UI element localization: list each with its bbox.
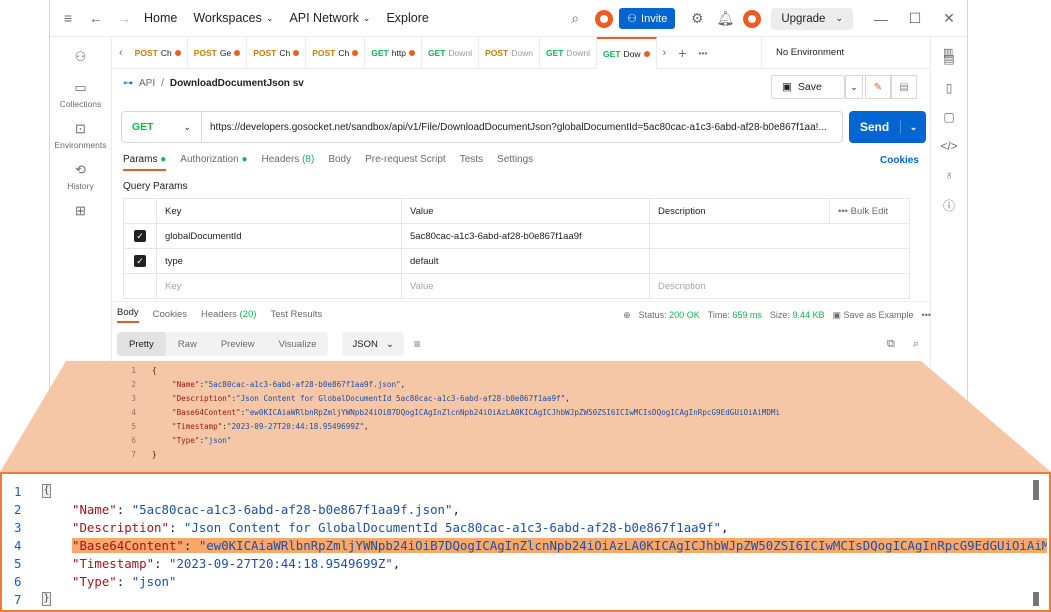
line-number: 6 [14, 573, 22, 589]
code-value: "Json Content for GlobalDocumentId 5ac80… [183, 519, 722, 535]
code-line: 7} [2, 590, 1049, 608]
code-comma: , [565, 393, 570, 403]
code-colon: : [116, 573, 132, 589]
code-value: "5ac80cac-a1c3-6abd-af28-b0e867f1aa9f.js… [204, 379, 401, 389]
code-value: "ew0KICAiaWRlbnRpZmljYWNpb24iOiB7DQogICA… [245, 407, 781, 417]
code-value: "json" [204, 435, 232, 445]
code-line: 2 "Name": "5ac80cac-a1c3-6abd-af28-b0e867… [66, 377, 921, 391]
code-line: 4 "Base64Content": "ew0KICAiaWRlbnRpZmljY… [66, 405, 914, 419]
line-number: 5 [131, 421, 136, 431]
line-number: 1 [14, 483, 22, 499]
code-colon: : [183, 537, 199, 553]
code-key: "Base64Content" [172, 407, 241, 417]
code-brace: } [152, 449, 157, 459]
code-key: "Type" [172, 435, 200, 445]
code-line: 5 "Timestamp": "2023-09-27T20:44:18.95496… [66, 419, 921, 433]
line-number: 5 [14, 555, 22, 571]
line-number: 1 [131, 365, 136, 375]
code-line: 3 "Description": "Json Content for Global… [2, 518, 1049, 536]
code-key: "Timestamp" [72, 555, 155, 571]
code-key: "Type" [72, 573, 117, 589]
code-line: 6 "Type": "json" [2, 572, 1049, 590]
code-key: "Description" [72, 519, 169, 535]
code-colon: : [168, 519, 184, 535]
code-line: 2 "Name": "5ac80cac-a1c3-6abd-af28-b0e867… [2, 500, 1049, 518]
zoomed-code-view: 1{ 2 "Name": "5ac80cac-a1c3-6abd-af28-b0e… [0, 472, 1051, 612]
code-line-highlighted: 4 "Base64Content": "ew0KICAiaWRlbnRpZmljY… [2, 536, 1049, 554]
code-comma: , [392, 555, 401, 571]
code-key: "Name" [172, 379, 200, 389]
fold-brace-close[interactable]: } [42, 592, 51, 606]
line-number: 2 [131, 379, 136, 389]
code-comma: , [400, 379, 406, 389]
code-value: "5ac80cac-a1c3-6abd-af28-b0e867f1aa9f.js… [131, 501, 453, 517]
code-line: 3 "Description": "Json Content for Global… [66, 391, 921, 405]
code-line: 6 "Type": "json" [66, 433, 921, 447]
code-line: 5 "Timestamp": "2023-09-27T20:44:18.95496… [2, 554, 1049, 572]
line-number: 4 [131, 407, 136, 417]
code-comma: , [452, 501, 460, 517]
code-value: "2023-09-27T20:44:18.9549699Z" [168, 555, 393, 571]
fold-brace-open[interactable]: { [42, 484, 51, 498]
line-number: 3 [131, 393, 136, 403]
response-code-small: 1{ 2 "Name": "5ac80cac-a1c3-6abd-af28-b0e… [66, 361, 921, 470]
line-number: 7 [14, 591, 22, 607]
code-colon: : [154, 555, 169, 571]
code-line: 1{ [2, 482, 1049, 500]
line-number: 3 [14, 519, 22, 535]
code-colon: : [116, 501, 132, 517]
line-number: 4 [14, 537, 22, 553]
code-key: "Timestamp" [172, 421, 223, 431]
code-brace: { [152, 365, 157, 375]
code-comma: , [721, 519, 729, 535]
code-line: 1{ [66, 363, 921, 377]
code-key: "Description" [172, 393, 232, 403]
code-value: "2023-09-27T20:44:18.9549699Z" [226, 421, 365, 431]
code-key: "Base64Content" [72, 537, 184, 553]
code-value: "ew0KICAiaWRlbnRpZmljYWNpb24iOiB7DQogICA… [198, 537, 1047, 553]
code-comma: , [364, 421, 369, 431]
code-line: 7} [66, 447, 921, 461]
code-key: "Name" [72, 501, 117, 517]
line-number: 6 [131, 435, 136, 445]
line-number: 7 [131, 449, 136, 459]
code-value: "json" [131, 573, 177, 589]
line-number: 2 [14, 501, 22, 517]
code-value: "Json Content for GlobalDocumentId 5ac80… [236, 393, 566, 403]
